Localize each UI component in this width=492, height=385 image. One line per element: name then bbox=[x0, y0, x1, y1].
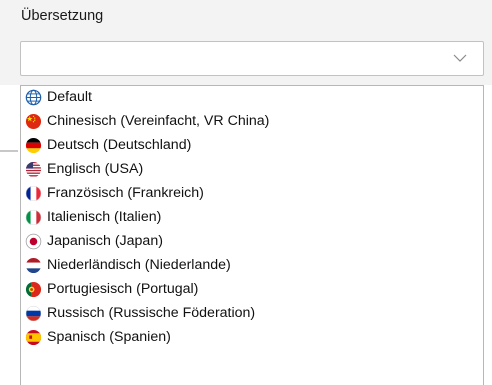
option-label: Deutsch (Deutschland) bbox=[47, 137, 192, 153]
flag-netherlands-icon bbox=[25, 257, 42, 274]
option-russian[interactable]: Russisch (Russische Föderation) bbox=[21, 302, 483, 326]
option-label: Russisch (Russische Föderation) bbox=[47, 305, 256, 321]
flag-portugal-icon bbox=[25, 281, 42, 298]
option-default[interactable]: Default bbox=[21, 86, 483, 110]
option-label: Portugiesisch (Portugal) bbox=[47, 281, 199, 297]
flag-china-icon bbox=[25, 113, 42, 130]
flag-france-icon bbox=[25, 185, 42, 202]
option-french[interactable]: Französisch (Frankreich) bbox=[21, 182, 483, 206]
option-label: Englisch (USA) bbox=[47, 161, 144, 177]
option-dutch[interactable]: Niederländisch (Niederlande) bbox=[21, 254, 483, 278]
flag-japan-icon bbox=[25, 233, 42, 250]
language-dropdown-list[interactable]: Default Chinesisch (Vereinfacht, VR Chin… bbox=[20, 85, 484, 385]
option-japanese[interactable]: Japanisch (Japan) bbox=[21, 230, 483, 254]
option-portuguese[interactable]: Portugiesisch (Portugal) bbox=[21, 278, 483, 302]
option-english[interactable]: Englisch (USA) bbox=[21, 158, 483, 182]
option-german[interactable]: Deutsch (Deutschland) bbox=[21, 134, 483, 158]
flag-italy-icon bbox=[25, 209, 42, 226]
option-italian[interactable]: Italienisch (Italien) bbox=[21, 206, 483, 230]
option-label: Default bbox=[47, 89, 92, 105]
background-divider bbox=[0, 150, 18, 152]
option-label: Japanisch (Japan) bbox=[47, 233, 163, 249]
option-spanish[interactable]: Spanisch (Spanien) bbox=[21, 326, 483, 350]
option-label: Italienisch (Italien) bbox=[47, 209, 162, 225]
option-label: Französisch (Frankreich) bbox=[47, 185, 204, 201]
flag-usa-icon bbox=[25, 161, 42, 178]
flag-russia-icon bbox=[25, 305, 42, 322]
option-chinese[interactable]: Chinesisch (Vereinfacht, VR China) bbox=[21, 110, 483, 134]
flag-spain-icon bbox=[25, 329, 42, 346]
option-label: Spanisch (Spanien) bbox=[47, 329, 171, 345]
globe-icon bbox=[25, 89, 42, 106]
translation-label: Übersetzung bbox=[21, 8, 104, 24]
chevron-down-icon[interactable] bbox=[453, 53, 467, 63]
option-label: Chinesisch (Vereinfacht, VR China) bbox=[47, 113, 270, 129]
option-label: Niederländisch (Niederlande) bbox=[47, 257, 231, 273]
translation-combobox[interactable] bbox=[20, 41, 484, 76]
flag-germany-icon bbox=[25, 137, 42, 154]
